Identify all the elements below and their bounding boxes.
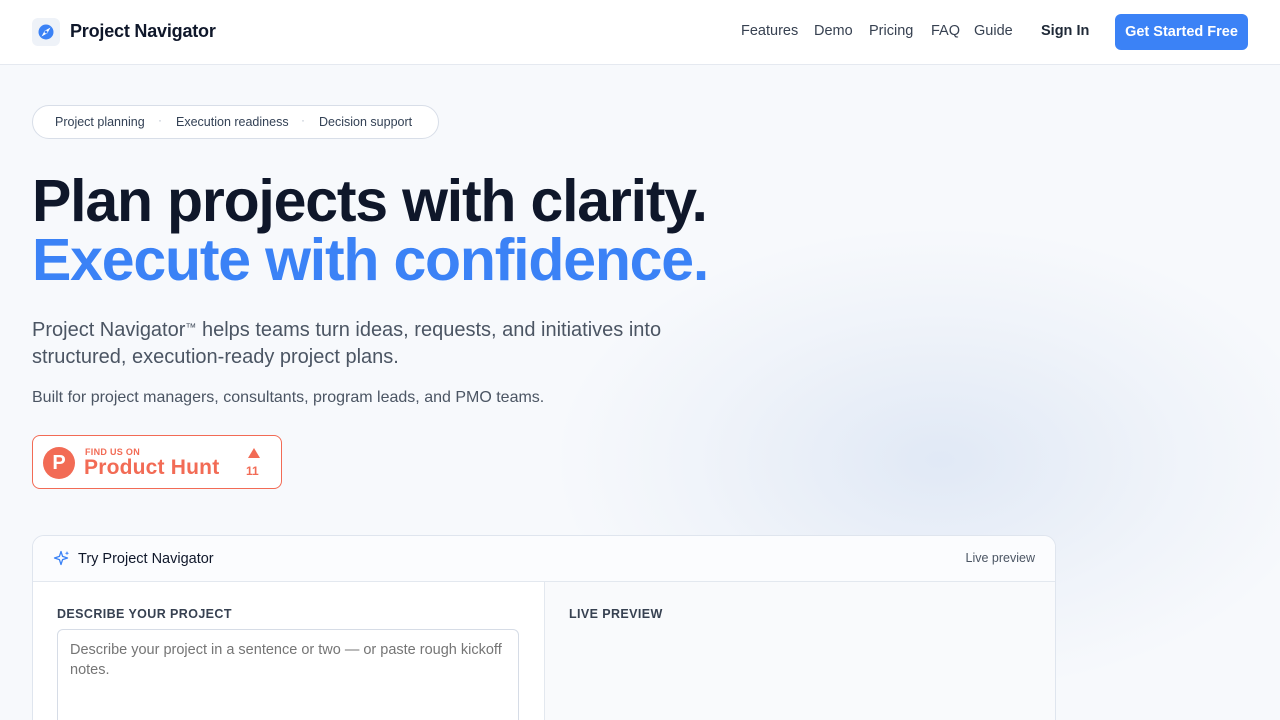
pill-separator: · bbox=[301, 113, 305, 127]
sparkle-icon bbox=[53, 550, 70, 566]
product-hunt-badge[interactable]: P FIND US ON Product Hunt 11 bbox=[32, 435, 282, 489]
nav-features[interactable]: Features bbox=[741, 23, 798, 39]
upvote-count: 11 bbox=[246, 464, 259, 478]
pill-project-planning: Project planning bbox=[55, 115, 145, 129]
describe-project-label: DESCRIBE YOUR PROJECT bbox=[57, 607, 232, 621]
try-panel-header: Try Project Navigator Live preview bbox=[33, 536, 1055, 582]
live-preview-label: LIVE PREVIEW bbox=[569, 607, 663, 621]
get-started-button[interactable]: Get Started Free bbox=[1115, 14, 1248, 50]
pill-decision-support: Decision support bbox=[319, 115, 413, 129]
nav-faq[interactable]: FAQ bbox=[931, 23, 960, 39]
nav-guide[interactable]: Guide bbox=[974, 23, 1013, 39]
pill-separator: · bbox=[158, 113, 162, 127]
logo-compass-icon[interactable] bbox=[32, 18, 60, 46]
try-panel: Try Project Navigator Live preview DESCR… bbox=[32, 535, 1056, 720]
product-hunt-logo-icon: P bbox=[43, 447, 75, 479]
nav-pricing[interactable]: Pricing bbox=[869, 23, 913, 39]
feature-pills: Project planning · Execution readiness ·… bbox=[32, 105, 439, 139]
try-panel-title: Try Project Navigator bbox=[78, 551, 214, 567]
headline-accent: Execute with confidence. bbox=[32, 227, 709, 293]
pill-execution-readiness: Execution readiness bbox=[176, 115, 289, 129]
site-header: Project Navigator Features Demo Pricing … bbox=[0, 0, 1280, 65]
brand-name[interactable]: Project Navigator bbox=[70, 21, 216, 42]
live-preview-badge: Live preview bbox=[965, 551, 1035, 565]
audience-text: Built for project managers, consultants,… bbox=[32, 389, 545, 406]
project-description-input[interactable] bbox=[57, 629, 519, 720]
hero-description: Project Navigator™ helps teams turn idea… bbox=[32, 317, 732, 371]
product-hunt-name: Product Hunt bbox=[84, 456, 220, 479]
live-preview-column: LIVE PREVIEW bbox=[544, 582, 1055, 720]
sign-in-link[interactable]: Sign In bbox=[1041, 23, 1089, 39]
describe-project-column: DESCRIBE YOUR PROJECT bbox=[33, 582, 544, 720]
lead-brand: Project Navigator bbox=[32, 319, 186, 341]
trademark-mark: ™ bbox=[185, 322, 197, 334]
headline-primary: Plan projects with clarity. bbox=[32, 168, 708, 234]
nav-demo[interactable]: Demo bbox=[814, 23, 853, 39]
upvote-triangle-icon bbox=[248, 448, 260, 458]
